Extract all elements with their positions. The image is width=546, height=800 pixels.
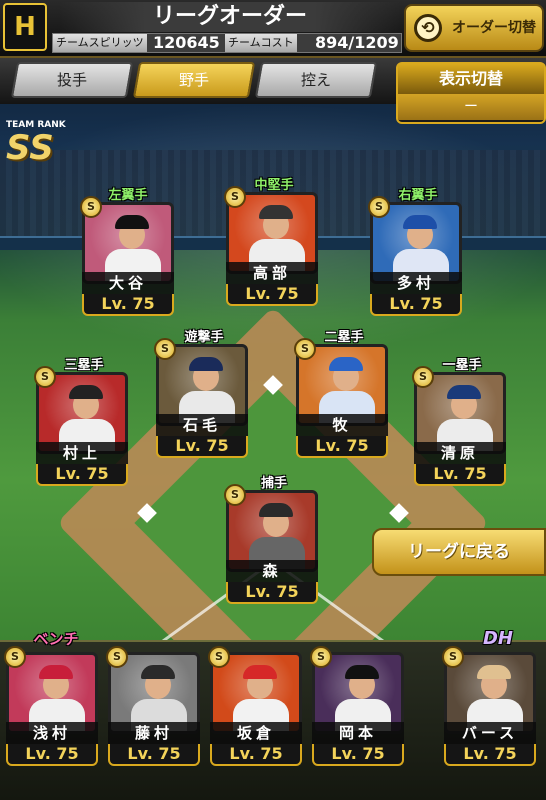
player-level: Lv. 75 (370, 294, 462, 316)
rarity-badge-icon: S (4, 646, 26, 668)
tab-pitchers[interactable]: 投手 (10, 62, 134, 98)
player-cap (259, 503, 293, 517)
tab-label: 投手 (56, 71, 87, 89)
rarity-badge-icon: S (368, 196, 390, 218)
player-level: Lv. 75 (226, 284, 318, 306)
team-stats-bar: チームスピリッツ 120645 チームコスト 894/1209 (52, 33, 402, 53)
player-level: Lv. 75 (108, 744, 200, 766)
player-level: Lv. 75 (82, 294, 174, 316)
player-name: 高部 (226, 262, 318, 284)
player-cap (115, 215, 149, 229)
player-level: Lv. 75 (444, 744, 536, 766)
player-cap (141, 665, 175, 679)
swap-arrows-icon: ⟲ (414, 14, 442, 42)
player-card-second-base[interactable]: S 牧 Lv. 75 (294, 338, 390, 464)
player-card-left-field[interactable]: S 大谷 Lv. 75 (80, 196, 176, 322)
player-cap (69, 385, 103, 399)
tab-label: 控え (300, 71, 331, 89)
rarity-badge-icon: S (154, 338, 176, 360)
rarity-badge-icon: S (224, 484, 246, 506)
player-level: Lv. 75 (6, 744, 98, 766)
display-toggle-label: 表示切替 (398, 64, 544, 94)
tab-fielders[interactable]: 野手 (132, 62, 256, 98)
bench-player-card[interactable]: S 浅村 Lv. 75 (4, 646, 100, 772)
rarity-badge-icon: S (294, 338, 316, 360)
rarity-badge-icon: S (80, 196, 102, 218)
player-cap (259, 205, 293, 219)
rarity-badge-icon: S (442, 646, 464, 668)
player-name: 牧 (296, 414, 388, 436)
player-cap (39, 665, 73, 679)
player-level: Lv. 75 (414, 464, 506, 486)
team-cost-value: 894/1209 (315, 33, 399, 52)
player-level: Lv. 75 (226, 582, 318, 604)
dh-label: DH (482, 628, 513, 649)
player-name: 多村 (370, 272, 462, 294)
team-cost-label: チームコスト (225, 34, 297, 52)
header-bar: H リーグオーダー チームスピリッツ 120645 チームコスト 894/120… (0, 0, 546, 58)
position-label-catcher: 捕手 (260, 476, 287, 491)
team-logo: H (3, 3, 47, 51)
player-name: 藤村 (108, 722, 200, 744)
position-label-shortstop: 遊撃手 (184, 330, 224, 345)
team-rank: TEAM RANK SS (6, 120, 76, 166)
player-card-catcher[interactable]: S 森 Lv. 75 (224, 484, 320, 610)
player-level: Lv. 75 (210, 744, 302, 766)
player-card-designated-hitter[interactable]: S バース Lv. 75 (442, 646, 538, 772)
player-name: 村上 (36, 442, 128, 464)
bench-player-card[interactable]: S 藤村 Lv. 75 (106, 646, 202, 772)
player-level: Lv. 75 (36, 464, 128, 486)
rarity-badge-icon: S (106, 646, 128, 668)
page-title: リーグオーダー (60, 2, 400, 32)
position-label-center-field: 中堅手 (254, 178, 294, 193)
player-level: Lv. 75 (156, 436, 248, 458)
player-cap (329, 357, 363, 371)
player-card-right-field[interactable]: S 多村 Lv. 75 (368, 196, 464, 322)
player-card-third-base[interactable]: S 村上 Lv. 75 (34, 366, 130, 492)
player-cap (477, 665, 511, 679)
player-cap (345, 665, 379, 679)
team-spirits-label: チームスピリッツ (53, 34, 147, 52)
player-name: 浅村 (6, 722, 98, 744)
rarity-badge-icon: S (34, 366, 56, 388)
display-toggle-value: ー (398, 94, 544, 120)
player-cap (189, 357, 223, 371)
display-toggle-button[interactable]: 表示切替 ー (396, 62, 546, 124)
player-name: 大谷 (82, 272, 174, 294)
rarity-badge-icon: S (310, 646, 332, 668)
bench-player-card[interactable]: S 坂倉 Lv. 75 (208, 646, 304, 772)
rarity-badge-icon: S (224, 186, 246, 208)
player-card-shortstop[interactable]: S 石毛 Lv. 75 (154, 338, 250, 464)
player-level: Lv. 75 (312, 744, 404, 766)
rarity-badge-icon: S (412, 366, 434, 388)
player-card-first-base[interactable]: S 清原 Lv. 75 (412, 366, 508, 492)
player-name: バース (444, 722, 536, 744)
position-label-right-field: 右翼手 (398, 188, 438, 203)
order-switch-label: オーダー切替 (452, 20, 536, 36)
position-label-first-base: 一塁手 (442, 358, 482, 373)
team-rank-value: SS (6, 128, 54, 168)
player-name: 森 (226, 560, 318, 582)
player-name: 坂倉 (210, 722, 302, 744)
position-label-third-base: 三塁手 (64, 358, 104, 373)
player-cap (403, 215, 437, 229)
order-switch-button[interactable]: ⟲ オーダー切替 (404, 4, 544, 52)
position-label-second-base: 二塁手 (324, 330, 364, 345)
bench-label: ベンチ (33, 630, 79, 648)
bench-player-card[interactable]: S 岡本 Lv. 75 (310, 646, 406, 772)
player-name: 岡本 (312, 722, 404, 744)
back-to-league-button[interactable]: リーグに戻る (372, 528, 546, 576)
rarity-badge-icon: S (208, 646, 230, 668)
player-cap (243, 665, 277, 679)
team-spirits-value: 120645 (153, 33, 220, 52)
tab-label: 野手 (178, 71, 209, 89)
player-card-center-field[interactable]: S 高部 Lv. 75 (224, 186, 320, 312)
player-level: Lv. 75 (296, 436, 388, 458)
player-name: 石毛 (156, 414, 248, 436)
player-cap (447, 385, 481, 399)
player-name: 清原 (414, 442, 506, 464)
tab-reserves[interactable]: 控え (254, 62, 378, 98)
